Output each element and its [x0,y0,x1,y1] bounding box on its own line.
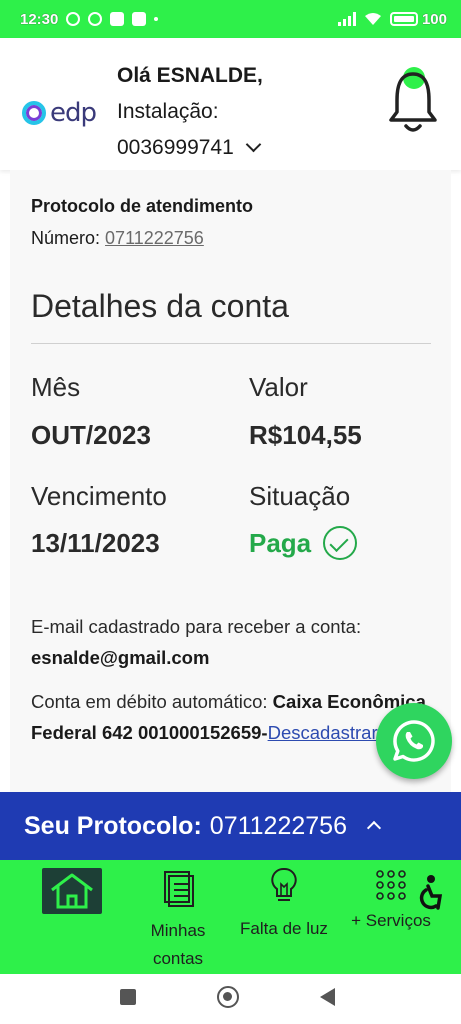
protocol-title: Protocolo de atendimento [31,196,254,216]
alarm-icon [66,12,81,26]
installation-selector[interactable]: 0036999741 [117,130,263,166]
whatsapp-button[interactable] [376,703,452,779]
chevron-down-icon [245,136,262,152]
amount-value: R$104,55 [249,420,362,450]
edp-logo: edp [22,98,97,128]
edp-logo-text: edp [50,98,97,128]
month-label: Mês [31,372,81,402]
edp-logo-icon [22,101,46,125]
recent-apps-icon[interactable] [120,989,136,1005]
status-label: Situação [249,481,351,511]
nav-label-power-outage: Falta de luz [240,919,328,938]
signal-icon [337,12,356,26]
bills-icon [164,871,194,907]
home-icon [51,873,93,909]
section-title: Detalhes da conta [31,288,289,324]
protocol-number-link[interactable]: 0711222756 [105,228,204,248]
auto-debit-info: Conta em débito automático: Caixa Econôm… [31,686,426,748]
status-bar: 12:30 100 [0,0,461,38]
accessibility-icon[interactable] [414,874,444,914]
protocol-number-label: Número: [31,228,101,248]
app-header: edp Olá ESNALDE, Instalação: 0036999741 [0,38,461,170]
due-date-value: 13/11/2023 [31,528,160,558]
grid-dots-icon [376,870,406,900]
mail-notification-icon [132,12,147,26]
more-notifications-icon [154,17,159,21]
divider [31,343,431,344]
unsubscribe-link[interactable]: Descadastrar [268,722,378,743]
status-value: Paga [249,527,312,558]
battery-level: 100 [421,10,447,28]
email-info: E-mail cadastrado para receber a conta: … [31,611,426,673]
back-icon[interactable] [320,988,335,1006]
month-value: OUT/2023 [31,420,151,450]
greeting-text: Olá ESNALDE, [117,64,263,87]
check-circle-icon [323,526,358,560]
nav-label-my-bills: Minhas contas [150,921,206,968]
whatsapp-icon [393,720,435,762]
protocol-bar-number: 0711222756 [209,811,347,840]
system-navigation-bar [0,974,461,1024]
wifi-icon [364,13,381,25]
app-notification-icon [110,12,125,26]
amount-label: Valor [249,372,308,402]
greeting-block: Olá ESNALDE, Instalação: 0036999741 [117,58,263,166]
nav-item-power-outage[interactable]: Falta de luz [232,860,336,943]
chevron-up-icon [366,820,382,836]
email-label: E-mail cadastrado para receber a conta: [31,616,362,637]
due-date-label: Vencimento [31,481,167,511]
bottom-navigation: Minhas contas Falta de luz + Serviços [0,860,461,974]
protocol-bar-label: Seu Protocolo: [24,811,202,840]
protocol-number-row: Número: 0711222756 [31,228,204,249]
nav-item-my-bills[interactable]: Minhas contas [138,860,218,973]
protocol-bar[interactable]: Seu Protocolo: 0711222756 [0,792,461,860]
status-time: 12:30 [20,10,59,28]
whatsapp-notification-icon [88,12,103,26]
auto-debit-label: Conta em débito automático: [31,691,268,712]
installation-number: 0036999741 [117,136,234,159]
lightbulb-icon [271,867,297,901]
battery-indicator: 100 [389,10,447,28]
home-circle-icon[interactable] [217,986,239,1008]
battery-icon [389,12,418,26]
payment-status: Paga [249,526,358,560]
nav-item-home[interactable] [42,868,102,914]
email-value: esnalde@gmail.com [31,647,210,668]
notification-bell-icon[interactable] [388,64,438,134]
installation-label: Instalação: [117,100,219,123]
